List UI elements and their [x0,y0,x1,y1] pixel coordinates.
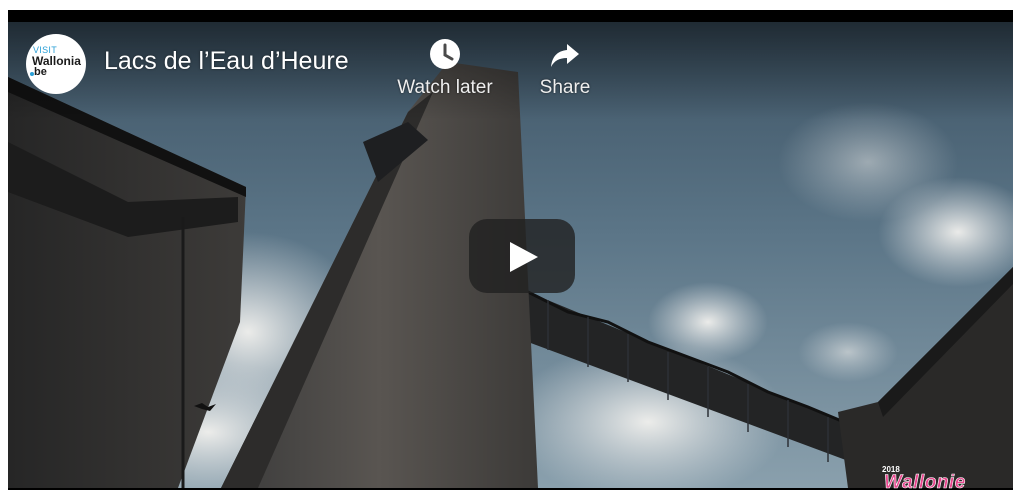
video-title-link[interactable]: Lacs de l’Eau d’Heure [104,46,349,76]
watch-later-label: Watch later [397,77,493,98]
page: VISIT Wallonia be Lacs de l’Eau d’Heure … [0,0,1021,493]
large-play-button[interactable] [469,219,575,293]
wallonie-watermark-logo: 2018 Wallonie [882,465,972,490]
avatar-be-text: be [34,66,47,78]
share-label: Share [539,77,591,98]
watermark-brand: Wallonie [884,472,966,490]
share-arrow-icon [547,36,583,72]
play-icon [510,242,538,272]
watch-later-button[interactable]: Watch later [385,36,505,100]
channel-avatar[interactable]: VISIT Wallonia be [26,34,86,94]
video-player[interactable]: VISIT Wallonia be Lacs de l’Eau d’Heure … [8,10,1013,490]
share-button[interactable]: Share [530,36,600,100]
clock-icon [427,36,463,72]
